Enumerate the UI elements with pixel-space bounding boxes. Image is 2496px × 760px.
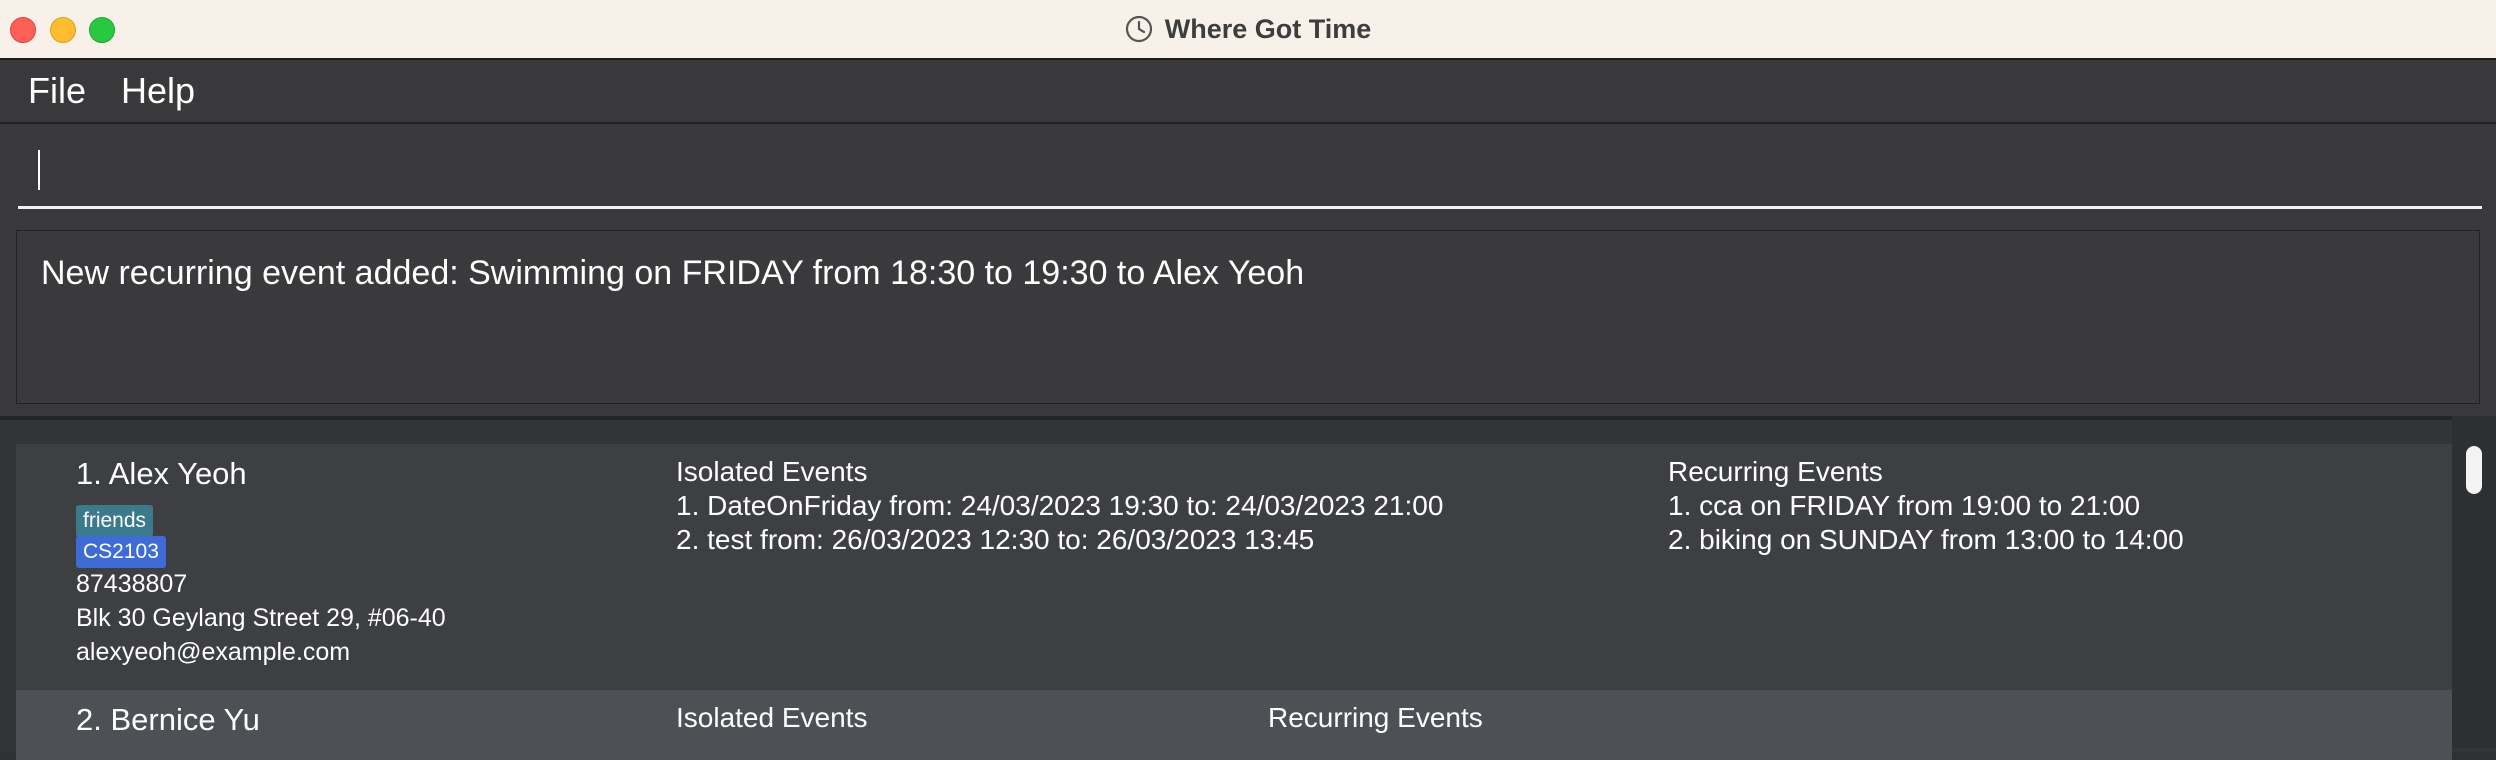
- command-input[interactable]: [18, 144, 2482, 209]
- isolated-event-item: 1. DateOnFriday from: 24/03/2023 19:30 t…: [676, 490, 1444, 521]
- isolated-events-header: Isolated Events: [676, 456, 868, 487]
- scrollbar-thumb[interactable]: [2466, 446, 2482, 494]
- recurring-events-header: Recurring Events: [1268, 702, 1483, 733]
- menu-help[interactable]: Help: [121, 70, 195, 112]
- text-caret: [38, 150, 40, 190]
- tag-badge: CS2103: [76, 536, 166, 568]
- isolated-events-header: Isolated Events: [676, 702, 868, 733]
- person-phone: 87438807: [76, 570, 188, 598]
- tag-badge: friends: [76, 505, 154, 537]
- result-display-area: New recurring event added: Swimming on F…: [0, 220, 2496, 416]
- person-address: Blk 30 Geylang Street 29, #06-40: [76, 604, 446, 632]
- window-title-text: Where Got Time: [1164, 13, 1372, 44]
- person-card[interactable]: 1. Alex Yeoh friends CS2103 87438807 Blk…: [16, 444, 2452, 690]
- recurring-events-header: Recurring Events: [1668, 456, 1883, 487]
- result-message: New recurring event added: Swimming on F…: [41, 254, 1305, 292]
- menu-file[interactable]: File: [28, 70, 86, 112]
- title-bar: Where Got Time: [0, 0, 2496, 60]
- person-name: 2. Bernice Yu: [76, 702, 260, 737]
- recurring-event-item: 1. cca on FRIDAY from 19:00 to 21:00: [1668, 490, 2141, 521]
- person-email: alexyeoh@example.com: [76, 638, 351, 666]
- recurring-event-item: 2. biking on SUNDAY from 13:00 to 14:00: [1668, 524, 2184, 555]
- menu-bar: File Help: [0, 60, 2496, 124]
- command-box-area: [0, 124, 2496, 220]
- person-card-selected[interactable]: 2. Bernice Yu Isolated Events Recurring …: [16, 690, 2452, 760]
- scrollbar-track[interactable]: [2452, 416, 2496, 748]
- person-name: 1. Alex Yeoh: [76, 456, 247, 491]
- isolated-event-item: 2. test from: 26/03/2023 12:30 to: 26/03…: [676, 524, 1315, 555]
- window-title: Where Got Time: [0, 0, 2496, 58]
- result-display: New recurring event added: Swimming on F…: [16, 230, 2480, 404]
- person-list[interactable]: 1. Alex Yeoh friends CS2103 87438807 Blk…: [0, 416, 2496, 760]
- clock-icon: [1125, 15, 1152, 43]
